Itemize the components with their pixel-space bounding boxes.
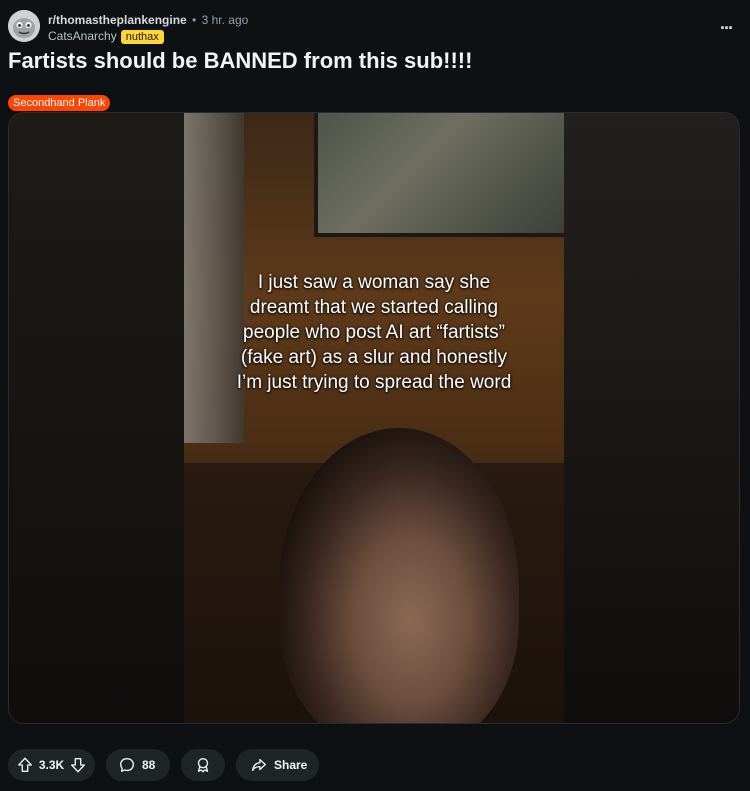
post-header: r/thomastheplankengine • 3 hr. ago CatsA… [8, 8, 742, 44]
vote-control: 3.3K [8, 749, 95, 781]
media-blur-right [562, 113, 739, 723]
video-player[interactable]: I just saw a woman say she dreamt that w… [8, 112, 740, 724]
upvote-icon[interactable] [16, 756, 34, 774]
post-flair[interactable]: Secondhand Plank [8, 95, 111, 111]
meta-separator: • [192, 13, 197, 27]
vote-count: 3.3K [38, 758, 65, 772]
share-button[interactable]: Share [236, 749, 319, 781]
award-icon [194, 756, 212, 774]
comments-button[interactable]: 88 [106, 749, 170, 781]
author-name[interactable]: CatsAnarchy [48, 29, 117, 43]
award-button[interactable] [181, 749, 225, 781]
downvote-icon[interactable] [69, 756, 87, 774]
comment-icon [118, 756, 136, 774]
author-flair: nuthax [120, 30, 164, 44]
video-painting [314, 113, 564, 237]
subreddit-line: r/thomastheplankengine • 3 hr. ago [48, 13, 248, 27]
subreddit-name[interactable]: r/thomastheplankengine [48, 13, 187, 27]
media-blur-left [9, 113, 184, 723]
comment-count: 88 [142, 758, 156, 772]
video-caption: I just saw a woman say she dreamt that w… [236, 272, 512, 393]
more-options-button[interactable]: ... [714, 13, 738, 36]
subreddit-avatar[interactable] [8, 10, 40, 42]
share-icon [250, 756, 268, 774]
video-frame[interactable]: I just saw a woman say she dreamt that w… [184, 113, 564, 723]
share-label: Share [274, 758, 308, 772]
post-time: 3 hr. ago [201, 13, 249, 27]
post-title[interactable]: Fartists should be BANNED from this sub!… [8, 48, 742, 74]
author-line: CatsAnarchy nuthax [48, 29, 164, 44]
more-icon: ... [719, 13, 733, 33]
